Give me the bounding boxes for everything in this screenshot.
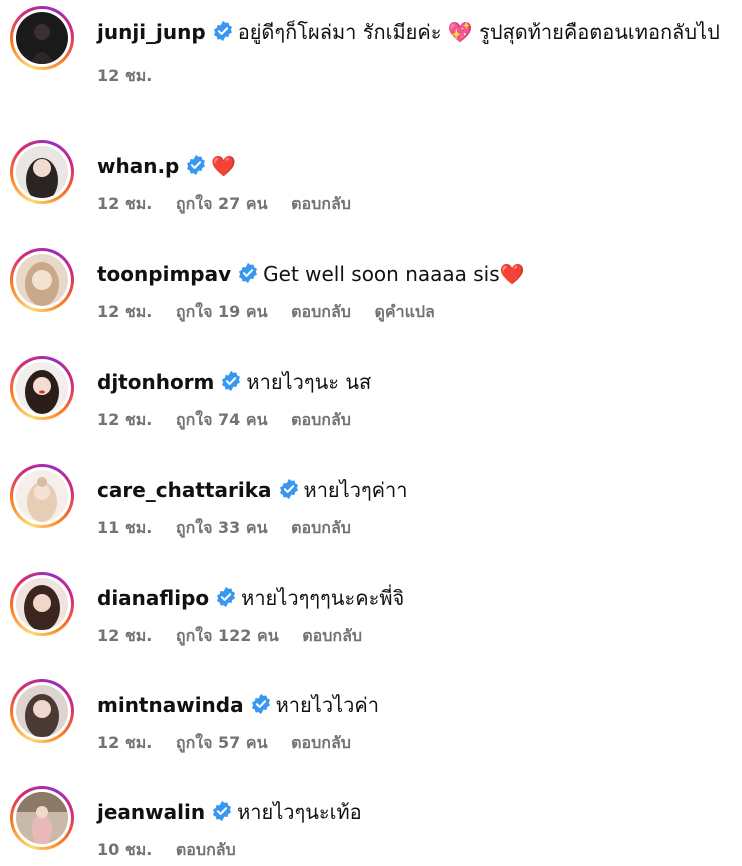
avatar-story-ring[interactable] <box>10 679 74 743</box>
verified-badge-icon <box>222 370 241 392</box>
comment-text: หายไวไวค่า <box>275 693 379 717</box>
avatar[interactable] <box>16 470 68 522</box>
username[interactable]: dianaflipo <box>97 586 209 610</box>
comment-time[interactable]: 12 ชม. <box>97 410 152 429</box>
comment-text: อยู่ดีๆก็โผล่มา รักเมียค่ะ 💖 รูปสุดท้ายค… <box>237 20 720 44</box>
likes-count[interactable]: ถูกใจ 74 คน <box>176 410 268 429</box>
comment-time[interactable]: 12 ชม. <box>97 66 152 85</box>
reply-button[interactable]: ตอบกลับ <box>302 626 362 645</box>
reply-button[interactable]: ตอบกลับ <box>291 518 351 537</box>
avatar[interactable] <box>16 685 68 737</box>
avatar-story-ring[interactable] <box>10 356 74 420</box>
username[interactable]: junji_junp <box>97 20 206 44</box>
avatar-story-ring[interactable] <box>10 572 74 636</box>
avatar[interactable] <box>16 254 68 306</box>
comment-text: หายไวๆๆๆนะคะพี่จิ <box>241 586 405 610</box>
avatar-story-ring[interactable] <box>10 786 74 850</box>
username[interactable]: mintnawinda <box>97 693 244 717</box>
translate-button[interactable]: ดูคำแปล <box>374 302 434 321</box>
reply-button[interactable]: ตอบกลับ <box>176 840 236 859</box>
likes-count[interactable]: ถูกใจ 57 คน <box>176 733 268 752</box>
username[interactable]: toonpimpav <box>97 262 231 286</box>
likes-count[interactable]: ถูกใจ 122 คน <box>176 626 279 645</box>
avatar-story-ring[interactable] <box>10 140 74 204</box>
comment-list: junji_junp อยู่ดีๆก็โผล่มา รักเมียค่ะ 💖 ร… <box>0 0 742 866</box>
avatar[interactable] <box>16 12 68 64</box>
likes-count[interactable]: ถูกใจ 33 คน <box>176 518 268 537</box>
avatar[interactable] <box>16 578 68 630</box>
comment-time[interactable]: 12 ชม. <box>97 733 152 752</box>
verified-badge-icon <box>251 693 270 715</box>
avatar-story-ring[interactable] <box>10 248 74 312</box>
comment-text: ❤️ <box>211 154 237 178</box>
reply-button[interactable]: ตอบกลับ <box>291 410 351 429</box>
comment-time[interactable]: 12 ชม. <box>97 626 152 645</box>
username[interactable]: care_chattarika <box>97 478 272 502</box>
username[interactable]: jeanwalin <box>97 800 205 824</box>
avatar-story-ring[interactable] <box>10 6 74 70</box>
comment-time[interactable]: 12 ชม. <box>97 302 152 321</box>
comment-text: หายไวๆนะ นส <box>246 370 372 394</box>
comment-text: หายไวๆค่าา <box>303 478 408 502</box>
username[interactable]: whan.p <box>97 154 179 178</box>
avatar[interactable] <box>16 792 68 844</box>
comment-text: หายไวๆนะเท้อ <box>237 800 362 824</box>
reply-button[interactable]: ตอบกลับ <box>291 733 351 752</box>
comment-text: Get well soon naaaa sis❤️ <box>263 262 525 286</box>
avatar[interactable] <box>16 146 68 198</box>
verified-badge-icon <box>213 20 232 42</box>
comment-time[interactable]: 11 ชม. <box>97 518 152 537</box>
comment-time[interactable]: 10 ชม. <box>97 840 152 859</box>
likes-count[interactable]: ถูกใจ 27 คน <box>176 194 268 213</box>
username[interactable]: djtonhorm <box>97 370 214 394</box>
avatar[interactable] <box>16 362 68 414</box>
verified-badge-icon <box>279 478 298 500</box>
verified-badge-icon <box>187 154 206 176</box>
verified-badge-icon <box>217 586 236 608</box>
comment-time[interactable]: 12 ชม. <box>97 194 152 213</box>
verified-badge-icon <box>213 800 232 822</box>
verified-badge-icon <box>239 262 258 284</box>
reply-button[interactable]: ตอบกลับ <box>291 302 351 321</box>
likes-count[interactable]: ถูกใจ 19 คน <box>176 302 268 321</box>
reply-button[interactable]: ตอบกลับ <box>291 194 351 213</box>
avatar-story-ring[interactable] <box>10 464 74 528</box>
